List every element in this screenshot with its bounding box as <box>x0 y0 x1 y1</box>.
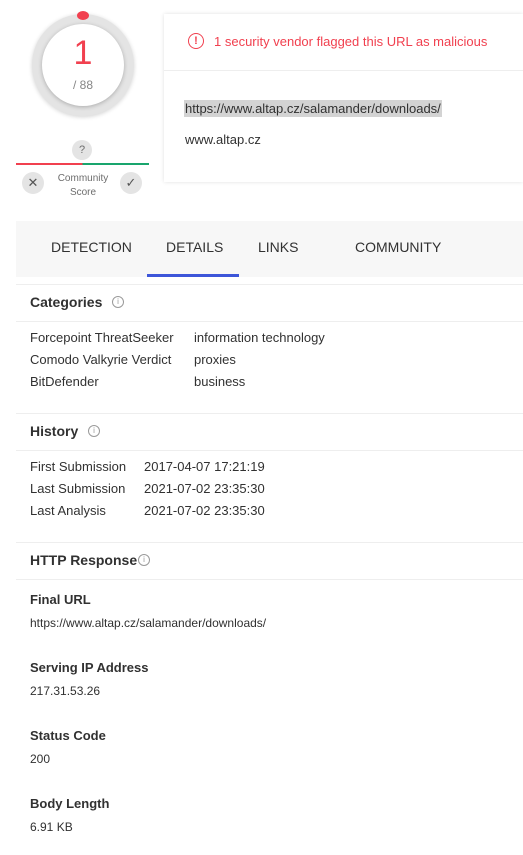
category-value: information technology <box>194 330 325 345</box>
http-response-info-icon[interactable]: i <box>138 554 150 566</box>
category-value: business <box>194 374 246 389</box>
history-value: 2021-07-02 23:35:30 <box>144 481 265 496</box>
history-title: History <box>30 423 79 439</box>
score-indicator-dot <box>77 11 89 20</box>
category-value: proxies <box>194 352 236 367</box>
detection-count: 1 <box>73 34 93 72</box>
serving-ip-value[interactable]: 217.31.53.26 <box>30 684 100 698</box>
tab-links[interactable]: LINKS <box>258 239 298 255</box>
history-label: First Submission <box>30 459 127 474</box>
score-inner-circle: 1 / 88 <box>42 24 124 106</box>
http-response-header: HTTP Response i <box>16 543 523 580</box>
body-length-label: Body Length <box>30 796 110 811</box>
url-domain[interactable]: www.altap.cz <box>185 132 261 147</box>
categories-header: Categories i <box>16 285 523 322</box>
tab-detection[interactable]: DETECTION <box>51 239 132 255</box>
category-vendor: Comodo Valkyrie Verdict <box>30 352 172 367</box>
community-score-unknown-icon: ? <box>72 140 92 160</box>
alert-icon: ! <box>188 33 204 49</box>
serving-ip-label: Serving IP Address <box>30 660 149 675</box>
alert-text: 1 security vendor flagged this URL as ma… <box>214 34 488 49</box>
url-summary-card: ! 1 security vendor flagged this URL as … <box>164 14 523 182</box>
categories-title: Categories <box>30 294 103 310</box>
final-url-value[interactable]: https://www.altap.cz/salamander/download… <box>30 616 266 630</box>
body-length-value: 6.91 KB <box>30 820 73 834</box>
category-vendor: Forcepoint ThreatSeeker <box>30 330 174 345</box>
vote-harmless-button[interactable]: ✓ <box>120 172 142 194</box>
category-vendor: BitDefender <box>30 374 99 389</box>
malicious-alert: ! 1 security vendor flagged this URL as … <box>164 14 523 71</box>
history-label: Last Submission <box>30 481 126 496</box>
history-value: 2021-07-02 23:35:30 <box>144 503 265 518</box>
history-info-icon[interactable]: i <box>88 425 100 437</box>
tab-details[interactable]: DETAILS <box>166 239 223 255</box>
active-tab-indicator <box>147 274 239 277</box>
report-tabs: DETECTION DETAILS LINKS COMMUNITY <box>16 221 523 277</box>
detection-score-gauge: 1 / 88 <box>32 11 134 116</box>
http-response-title: HTTP Response <box>30 552 138 568</box>
tab-community[interactable]: COMMUNITY <box>355 239 441 255</box>
community-label-line2: Score <box>69 187 97 198</box>
status-code-value: 200 <box>30 752 51 766</box>
history-value: 2017-04-07 17:21:19 <box>144 459 265 474</box>
vote-malicious-button[interactable]: ✕ <box>22 172 44 194</box>
community-score-label: Community Score <box>48 172 118 200</box>
engine-total: / 88 <box>72 78 93 92</box>
community-score-bar <box>16 163 149 165</box>
categories-info-icon[interactable]: i <box>112 296 124 308</box>
final-url-label: Final URL <box>30 592 91 607</box>
analyzed-url[interactable]: https://www.altap.cz/salamander/download… <box>184 100 442 117</box>
history-header: History i <box>16 414 523 451</box>
history-label: Last Analysis <box>30 503 106 518</box>
status-code-label: Status Code <box>30 728 106 743</box>
community-label-line1: Community <box>57 173 109 184</box>
